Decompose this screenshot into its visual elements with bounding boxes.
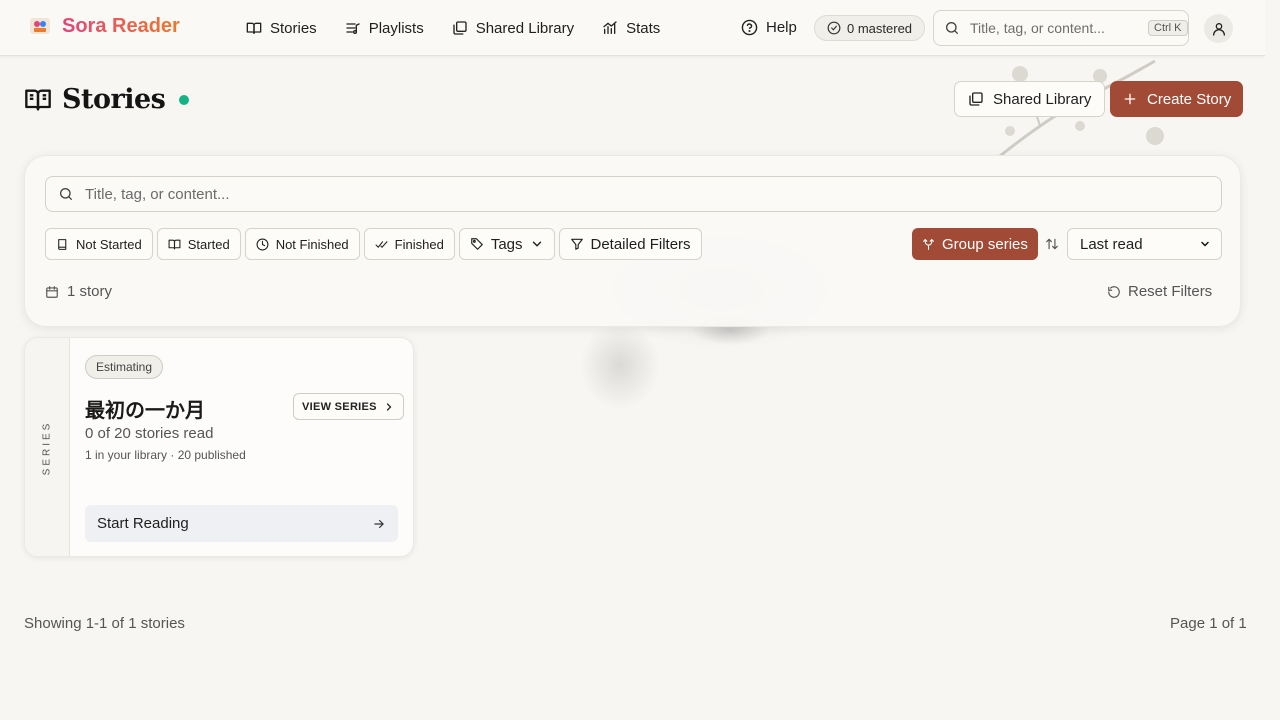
- tag-icon: [470, 238, 483, 250]
- page-indicator: Page 1 of 1: [1170, 615, 1247, 632]
- book-icon: [58, 238, 67, 250]
- chip-not-finished[interactable]: Not Finished: [244, 228, 360, 260]
- nav-item-label: Stats: [626, 19, 661, 37]
- series-side-label: SERIES: [41, 420, 53, 476]
- clock-icon: [256, 238, 269, 250]
- sort-select-value: Last read: [1080, 235, 1143, 253]
- mastered-badge[interactable]: 0 mastered: [814, 15, 926, 41]
- chevron-right-icon: [386, 402, 392, 411]
- brand-name: Sora Reader: [62, 14, 180, 37]
- nav-item-label: Stories: [270, 19, 317, 37]
- main-nav: Stories Playlists Shared Library Stats: [246, 0, 660, 56]
- nav-item-shared-library[interactable]: Shared Library: [452, 20, 574, 37]
- book-open-icon: [246, 22, 262, 34]
- global-search-input[interactable]: [970, 20, 1138, 36]
- chip-not-started[interactable]: Not Started: [45, 228, 153, 260]
- shared-library-button[interactable]: Shared Library: [954, 81, 1106, 117]
- detailed-filters-button[interactable]: Detailed Filters: [558, 228, 702, 260]
- create-story-label: Create Story: [1147, 90, 1232, 108]
- series-meta: 1 in your library · 20 published: [85, 448, 246, 462]
- reset-icon: [1108, 285, 1120, 298]
- view-series-label: VIEW SERIES: [302, 400, 377, 413]
- library-icon: [453, 21, 467, 35]
- story-search-input[interactable]: [85, 185, 1185, 203]
- search-icon: [946, 22, 958, 34]
- merge-icon: [923, 238, 934, 250]
- reset-filters-button[interactable]: Reset Filters: [1107, 283, 1212, 300]
- chip-label: Not Finished: [275, 236, 349, 252]
- start-reading-button[interactable]: Start Reading: [85, 505, 398, 542]
- playlist-icon: [346, 23, 360, 34]
- pagination-summary: Showing 1-1 of 1 stories: [24, 615, 185, 632]
- chip-finished[interactable]: Finished: [363, 228, 455, 260]
- group-series-label: Group series: [942, 235, 1028, 253]
- chevron-down-icon: [1201, 241, 1209, 247]
- chevron-down-icon: [532, 241, 541, 247]
- chip-label: Started: [187, 236, 230, 252]
- page-heading: Stories: [62, 84, 166, 115]
- page-title: Stories: [24, 84, 190, 115]
- detailed-filters-label: Detailed Filters: [590, 235, 691, 253]
- top-navigation-bar: Sora Reader Stories Playlists Shared Lib…: [0, 0, 1265, 56]
- chart-icon: [603, 21, 617, 34]
- mastered-label: 0 mastered: [847, 20, 913, 36]
- brand-logo-icon: [30, 18, 50, 34]
- nav-item-label: Playlists: [368, 19, 424, 37]
- plus-icon: [1124, 93, 1136, 105]
- search-shortcut-hint: Ctrl K: [1148, 20, 1188, 36]
- search-icon: [59, 188, 72, 200]
- status-filter-chips: Not Started Started Not Finished Finishe…: [45, 228, 702, 260]
- filter-panel: Not Started Started Not Finished Finishe…: [24, 155, 1241, 327]
- chip-label: Finished: [394, 236, 444, 252]
- story-search[interactable]: [45, 176, 1222, 212]
- shared-library-label: Shared Library: [993, 90, 1092, 108]
- reset-filters-label: Reset Filters: [1128, 283, 1213, 300]
- library-icon: [969, 92, 983, 106]
- chip-label: Not Started: [76, 236, 142, 252]
- book-open-icon: [25, 89, 51, 111]
- check-circle-icon: [827, 21, 841, 35]
- live-status-dot: [179, 94, 190, 105]
- arrow-right-icon: [374, 519, 384, 528]
- start-reading-label: Start Reading: [97, 515, 189, 532]
- view-series-button[interactable]: VIEW SERIES: [293, 393, 404, 420]
- help-circle-icon: [741, 19, 758, 36]
- tags-dropdown[interactable]: Tags: [458, 228, 555, 260]
- nav-item-stories[interactable]: Stories: [246, 20, 317, 37]
- story-count: 1 story: [45, 283, 112, 300]
- help-link[interactable]: Help: [741, 19, 797, 36]
- series-side-strip: SERIES: [25, 338, 70, 556]
- series-card[interactable]: SERIES Estimating 最初の一か月 VIEW SERIES 0 o…: [24, 337, 414, 557]
- chip-started[interactable]: Started: [156, 228, 241, 260]
- filter-icon: [570, 238, 583, 250]
- scrollbar-gutter: [1265, 0, 1280, 720]
- series-progress: 0 of 20 stories read: [85, 425, 214, 442]
- help-label: Help: [766, 19, 797, 36]
- nav-item-playlists[interactable]: Playlists: [345, 20, 424, 37]
- status-badge: Estimating: [85, 355, 164, 379]
- calendar-icon: [46, 285, 58, 298]
- double-check-icon: [375, 240, 388, 248]
- brand[interactable]: Sora Reader: [28, 14, 180, 38]
- user-avatar-button[interactable]: [1204, 14, 1233, 43]
- global-search[interactable]: Ctrl K: [933, 10, 1189, 46]
- create-story-button[interactable]: Create Story: [1110, 81, 1244, 117]
- nav-item-stats[interactable]: Stats: [602, 20, 660, 37]
- book-open-icon: [168, 239, 181, 249]
- user-icon: [1212, 22, 1225, 36]
- group-series-toggle[interactable]: Group series: [912, 228, 1038, 260]
- story-count-label: 1 story: [67, 283, 113, 300]
- series-title: 最初の一か月: [85, 398, 205, 422]
- sort-select[interactable]: Last read: [1067, 228, 1222, 260]
- sort-direction-icon[interactable]: [1045, 237, 1059, 251]
- tags-label: Tags: [490, 235, 523, 253]
- nav-item-label: Shared Library: [475, 19, 575, 37]
